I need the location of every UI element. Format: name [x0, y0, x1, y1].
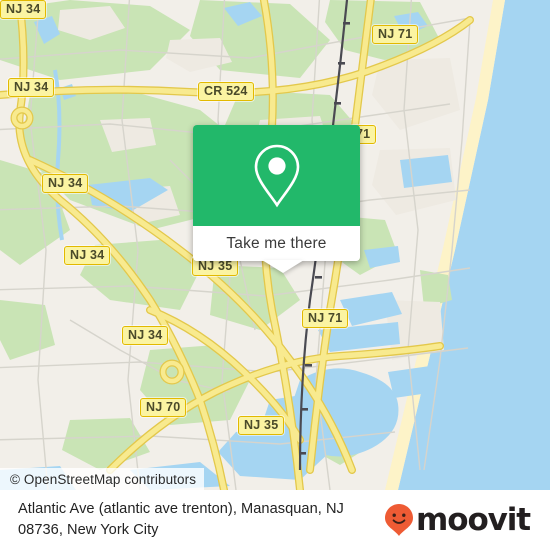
- moovit-map-screenshot: NJ 34 NJ 34 CR 524 NJ 71 NJ 34 71 NJ 34 NJ 35 NJ…: [0, 0, 550, 550]
- callout-pointer: [262, 260, 304, 273]
- moovit-wordmark: moovit: [416, 502, 531, 538]
- road-shield: NJ 34: [8, 78, 55, 97]
- footer-bar: Atlantic Ave (atlantic ave trenton), Man…: [0, 490, 550, 550]
- road-shield: NJ 70: [140, 398, 187, 417]
- take-me-there-callout[interactable]: Take me there: [193, 125, 360, 273]
- osm-attribution: © OpenStreetMap contributors: [0, 468, 205, 490]
- moovit-logo[interactable]: moovit: [384, 502, 531, 538]
- road-shield: NJ 71: [372, 25, 419, 44]
- moovit-smiley-pin-icon: [385, 504, 414, 536]
- road-shield: NJ 71: [302, 309, 349, 328]
- road-shield: NJ 35: [238, 416, 285, 435]
- address-line-2: 08736, New York City: [18, 522, 159, 538]
- callout-action-row[interactable]: Take me there: [193, 226, 360, 261]
- callout-header: [193, 125, 360, 226]
- map-pin-icon: [254, 144, 299, 207]
- road-shield: NJ 34: [0, 0, 47, 19]
- road-shield: NJ 34: [122, 326, 169, 345]
- take-me-there-label: Take me there: [226, 234, 327, 252]
- address-line-1: Atlantic Ave (atlantic ave trenton), Man…: [18, 501, 344, 517]
- road-shield: CR 524: [198, 82, 254, 101]
- address-block: Atlantic Ave (atlantic ave trenton), Man…: [18, 499, 344, 541]
- road-shield: NJ 34: [42, 174, 89, 193]
- osm-attribution-text: © OpenStreetMap contributors: [10, 471, 197, 487]
- road-shield: NJ 34: [64, 246, 111, 265]
